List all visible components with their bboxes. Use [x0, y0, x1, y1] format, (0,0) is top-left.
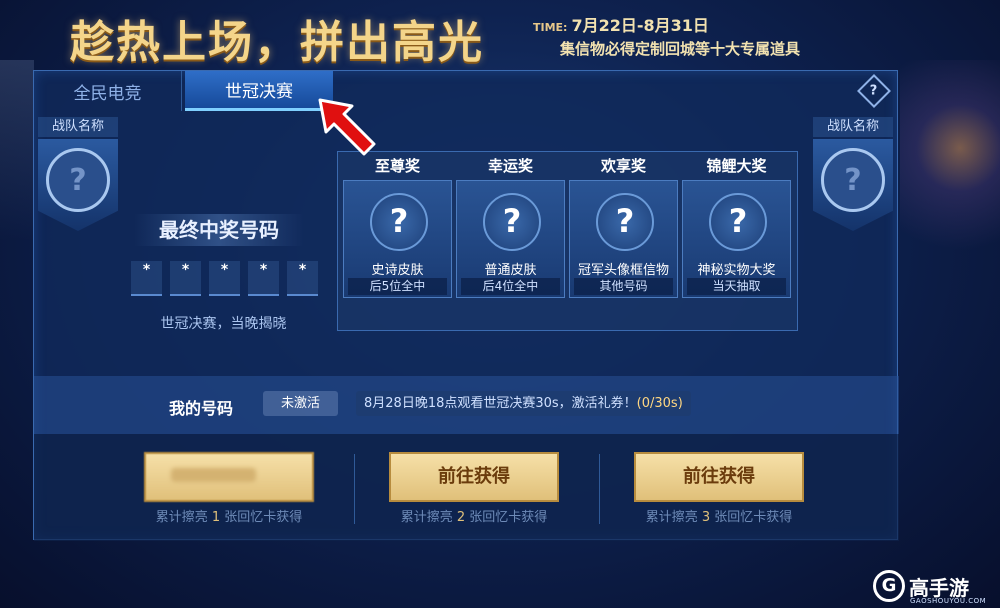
prize-card[interactable]: ? 冠军头像框信物 其他号码	[569, 180, 678, 298]
go-get-button-3[interactable]: 前往获得	[634, 452, 804, 502]
prize-name: 普通皮肤	[484, 263, 537, 278]
team-badge-right: 战队名称 ?	[813, 117, 893, 231]
digit-slot: *	[287, 261, 318, 296]
prize-card[interactable]: ? 史诗皮肤 后5位全中	[343, 180, 452, 298]
prize-joy: 欢享奖 ? 冠军头像框信物 其他号码	[567, 152, 680, 302]
team-name-label: 战队名称	[38, 117, 118, 137]
left-background-decoration	[0, 60, 34, 240]
final-number-digits: * * * * *	[131, 261, 318, 296]
question-icon: ?	[821, 148, 885, 212]
question-icon: ?	[370, 193, 428, 251]
ticket-2: 前往获得 累计擦亮 2 张回忆卡获得	[354, 434, 594, 541]
event-banner: 趁热上场，拼出高光 TIME: 7月22日-8月31日 集信物必得定制回城等十大专…	[0, 0, 1000, 70]
note-suffix: 张回忆卡获得	[714, 510, 793, 525]
question-icon: ?	[46, 148, 110, 212]
prize-condition: 后4位全中	[461, 278, 560, 295]
hero-background-art	[900, 60, 1000, 280]
note-count: 3	[701, 510, 711, 525]
digit-slot: *	[170, 261, 201, 296]
note-prefix: 累计擦亮	[400, 510, 453, 525]
digit-slot: *	[248, 261, 279, 296]
activation-task: 8月28日晚18点观看世冠决赛30s，激活礼券！(0/30s)	[356, 391, 691, 416]
prize-condition: 当天抽取	[687, 278, 786, 295]
task-text: 8月28日晚18点观看世冠决赛30s，激活礼券！	[364, 396, 637, 411]
time-label: TIME:	[533, 21, 568, 34]
prize-title: 锦鲤大奖	[706, 157, 767, 175]
event-subtitle: 集信物必得定制回城等十大专属道具	[560, 40, 801, 58]
ticket-note: 累计擦亮 2 张回忆卡获得	[354, 506, 594, 525]
prize-name: 冠军头像框信物	[577, 263, 669, 278]
ticket-row: 累计擦亮 1 张回忆卡获得 前往获得 累计擦亮 2 张回忆卡获得 前往获得 累计…	[34, 434, 899, 541]
prize-koi-grand: 锦鲤大奖 ? 神秘实物大奖 当天抽取	[680, 152, 793, 302]
blurred-number	[171, 468, 256, 482]
prize-title: 幸运奖	[487, 157, 533, 175]
tab-national-esports[interactable]: 全民电竞	[34, 71, 182, 111]
prize-supreme: 至尊奖 ? 史诗皮肤 后5位全中	[341, 152, 454, 302]
event-title: 趁热上场，拼出高光	[70, 17, 484, 68]
note-suffix: 张回忆卡获得	[224, 510, 303, 525]
tab-bar: 全民电竞 世冠决赛 ?	[34, 71, 899, 111]
team-badge-left: 战队名称 ?	[38, 117, 118, 231]
go-get-button-2[interactable]: 前往获得	[389, 452, 559, 502]
my-number-label: 我的号码	[169, 399, 234, 418]
ticket-note: 累计擦亮 3 张回忆卡获得	[599, 506, 839, 525]
gaoshouyou-logo-icon: G	[873, 570, 905, 602]
question-icon: ?	[483, 193, 541, 251]
time-value: 7月22日-8月31日	[571, 16, 709, 35]
shield-icon: ?	[813, 139, 893, 231]
main-panel: 全民电竞 世冠决赛 ? 最终中奖号码 * * * * * 世冠决赛，当晚揭晓 至…	[33, 70, 899, 541]
help-icon: ?	[870, 83, 878, 99]
question-icon: ?	[709, 193, 767, 251]
activation-status-badge: 未激活	[263, 391, 338, 416]
final-number-title: 最终中奖号码	[134, 214, 304, 246]
my-number-row: 我的号码 未激活 8月28日晚18点观看世冠决赛30s，激活礼券！(0/30s)	[34, 376, 899, 434]
task-progress: (0/30s)	[636, 396, 683, 411]
ticket-3: 前往获得 累计擦亮 3 张回忆卡获得	[599, 434, 839, 541]
red-arrow-icon	[318, 98, 376, 156]
prize-name: 史诗皮肤	[371, 263, 424, 278]
digit-slot: *	[209, 261, 240, 296]
prize-list: 至尊奖 ? 史诗皮肤 后5位全中 幸运奖 ? 普通皮肤 后4位全中 欢享奖 ? …	[337, 151, 798, 331]
ticket-button-1[interactable]	[144, 452, 314, 502]
prize-condition: 其他号码	[574, 278, 673, 295]
final-number-note: 世冠决赛，当晚揭晓	[160, 316, 287, 332]
event-time: TIME: 7月22日-8月31日	[533, 12, 709, 36]
help-button[interactable]: ?	[857, 74, 891, 108]
note-suffix: 张回忆卡获得	[469, 510, 548, 525]
prize-condition: 后5位全中	[348, 278, 447, 295]
ticket-note: 累计擦亮 1 张回忆卡获得	[109, 506, 349, 525]
shield-icon: ?	[38, 139, 118, 231]
note-prefix: 累计擦亮	[155, 510, 208, 525]
ticket-1: 累计擦亮 1 张回忆卡获得	[109, 434, 349, 541]
prize-name: 神秘实物大奖	[697, 263, 776, 278]
watermark-url: GAOSHOUYOU.COM	[910, 597, 987, 605]
note-count: 2	[456, 510, 466, 525]
question-icon: ?	[596, 193, 654, 251]
note-count: 1	[211, 510, 221, 525]
prize-card[interactable]: ? 普通皮肤 后4位全中	[456, 180, 565, 298]
digit-slot: *	[131, 261, 162, 296]
prize-lucky: 幸运奖 ? 普通皮肤 后4位全中	[454, 152, 567, 302]
team-name-label: 战队名称	[813, 117, 893, 137]
tab-world-championship-final[interactable]: 世冠决赛	[185, 71, 333, 111]
prize-title: 欢享奖	[600, 157, 646, 175]
prize-card[interactable]: ? 神秘实物大奖 当天抽取	[682, 180, 791, 298]
note-prefix: 累计擦亮	[645, 510, 698, 525]
